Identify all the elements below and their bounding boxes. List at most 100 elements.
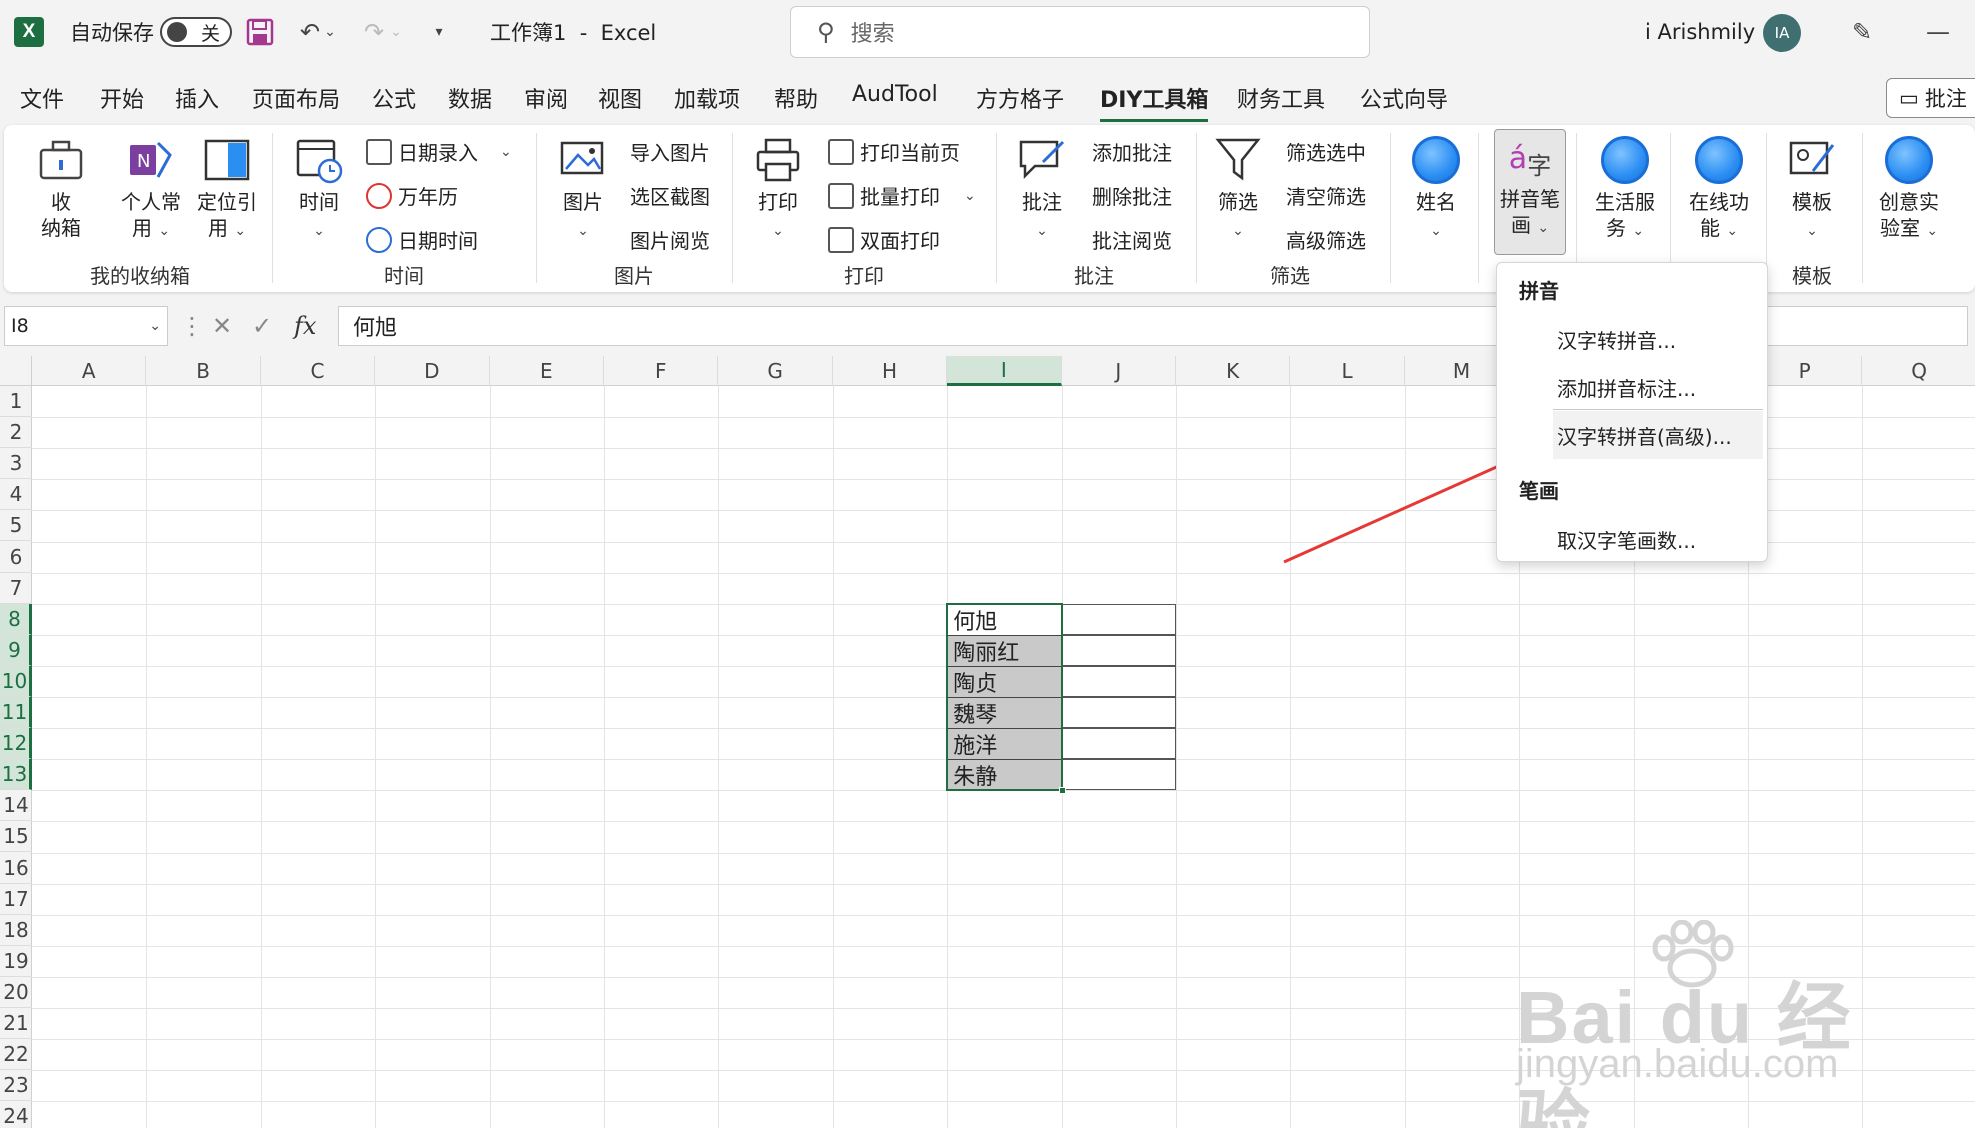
more-options-icon[interactable]: ⋮ [180,312,204,340]
column-header-h[interactable]: H [833,356,948,386]
row-header-21[interactable]: 21 [0,1008,32,1039]
clear-filter-button[interactable]: 清空筛选 [1286,181,1366,210]
template-button[interactable]: 模板 ⌄ [1780,135,1844,244]
column-header-c[interactable]: C [261,356,376,386]
tab-view[interactable]: 视图 [598,82,642,114]
row-header-3[interactable]: 3 [0,448,32,480]
empty-bordered-cell[interactable] [1061,634,1176,666]
locate-reference-button[interactable]: 定位引 用 ⌄ [192,135,262,244]
time-button[interactable]: 时间 ⌄ [288,135,350,244]
row-header-16[interactable]: 16 [0,853,32,884]
row-header-8[interactable]: 8 [0,603,32,635]
tab-formulas[interactable]: 公式 [372,82,416,114]
personal-common-button[interactable]: N 个人常 用 ⌄ [116,135,186,244]
tab-diy-toolbox[interactable]: DIY工具箱 [1100,82,1209,122]
row-header-24[interactable]: 24 [0,1101,32,1128]
tab-finance-tools[interactable]: 财务工具 [1237,82,1325,114]
tab-help[interactable]: 帮助 [774,82,818,114]
print-button[interactable]: 打印 ⌄ [748,135,808,244]
filter-button[interactable]: 筛选 ⌄ [1208,135,1268,244]
column-header-a[interactable]: A [32,356,147,386]
menu-item-stroke-count[interactable]: 取汉字笔画数... [1557,525,1696,554]
row-header-7[interactable]: 7 [0,573,32,604]
row-header-6[interactable]: 6 [0,542,32,573]
column-header-d[interactable]: D [375,356,490,386]
filter-selected-button[interactable]: 筛选选中 [1286,137,1366,166]
column-header-q[interactable]: Q [1862,356,1975,386]
empty-bordered-cell[interactable] [1061,665,1176,697]
comments-button[interactable]: ▭ 批注 [1886,78,1975,118]
tab-data[interactable]: 数据 [448,82,492,114]
insert-function-icon[interactable]: fx [294,312,316,340]
confirm-icon[interactable]: ✓ [252,312,272,340]
pen-icon[interactable]: ✎ [1844,14,1880,50]
tab-audtool[interactable]: AudTool [852,82,938,107]
date-entry-button[interactable]: 日期录入 ⌄ [366,137,512,166]
column-header-b[interactable]: B [146,356,261,386]
tab-fangfang[interactable]: 方方格子 [976,82,1064,114]
tab-addins[interactable]: 加载项 [674,82,740,114]
row-header-4[interactable]: 4 [0,479,32,511]
user-name[interactable]: i Arishmily [1645,0,1755,64]
autosave-toggle[interactable]: 关 [160,17,232,47]
row-header-11[interactable]: 11 [0,697,32,728]
empty-bordered-cell[interactable] [1061,759,1176,791]
life-service-button[interactable]: 生活服 务 ⌄ [1588,135,1662,244]
menu-item-hanzi-to-pinyin-advanced[interactable]: 汉字转拼音(高级)... [1553,411,1763,459]
tab-file[interactable]: 文件 [20,82,64,114]
redo-dropdown-icon[interactable]: ⌄ [386,14,406,50]
tab-insert[interactable]: 插入 [175,82,219,114]
advanced-filter-button[interactable]: 高级筛选 [1286,225,1366,254]
column-header-f[interactable]: F [604,356,719,386]
column-header-g[interactable]: G [718,356,833,386]
comment-browse-button[interactable]: 批注阅览 [1092,225,1172,254]
storage-box-button[interactable]: 收 纳箱 [28,135,94,241]
tab-review[interactable]: 审阅 [524,82,568,114]
row-header-14[interactable]: 14 [0,790,32,822]
customize-toolbar-icon[interactable]: ▾ [424,14,454,50]
avatar[interactable]: IA [1763,14,1801,52]
tab-page-layout[interactable]: 页面布局 [252,82,340,114]
import-picture-button[interactable]: 导入图片 [630,137,710,166]
name-button[interactable]: 姓名 ⌄ [1404,135,1468,244]
undo-dropdown-icon[interactable]: ⌄ [320,14,340,50]
row-header-13[interactable]: 13 [0,759,32,791]
row-header-23[interactable]: 23 [0,1070,32,1102]
minimize-icon[interactable]: — [1920,14,1956,50]
column-header-j[interactable]: J [1062,356,1176,386]
row-header-5[interactable]: 5 [0,510,32,542]
delete-comment-button[interactable]: 删除批注 [1092,181,1172,210]
save-icon[interactable] [242,14,278,50]
cancel-icon[interactable]: ✕ [212,312,232,340]
tab-formula-wizard[interactable]: 公式向导 [1360,82,1448,114]
empty-bordered-cell[interactable] [1061,697,1176,729]
name-box[interactable]: I8 ⌄ [4,306,168,346]
column-header-l[interactable]: L [1290,356,1405,386]
row-header-22[interactable]: 22 [0,1039,32,1071]
row-header-10[interactable]: 10 [0,665,32,697]
add-comment-button[interactable]: 添加批注 [1092,137,1172,166]
duplex-print-button[interactable]: 双面打印 [828,225,940,254]
online-function-button[interactable]: 在线功 能 ⌄ [1682,135,1756,244]
search-box[interactable]: ⚲ 搜索 [790,6,1370,58]
row-header-19[interactable]: 19 [0,946,32,977]
row-header-20[interactable]: 20 [0,977,32,1008]
row-header-17[interactable]: 17 [0,884,32,915]
row-header-18[interactable]: 18 [0,915,32,946]
creative-lab-button[interactable]: 创意实 验室 ⌄ [1872,135,1946,244]
row-header-15[interactable]: 15 [0,821,32,853]
pinyin-stroke-button[interactable]: á 字 拼音笔 画 ⌄ [1494,129,1566,255]
empty-bordered-cell[interactable] [1061,603,1176,635]
menu-item-hanzi-to-pinyin[interactable]: 汉字转拼音... [1557,325,1676,354]
batch-print-button[interactable]: 批量打印 ⌄ [828,181,976,210]
fill-handle[interactable] [1058,787,1066,795]
column-header-i[interactable]: I [947,356,1062,386]
region-capture-button[interactable]: 选区截图 [630,181,710,210]
row-header-2[interactable]: 2 [0,417,32,449]
date-time-button[interactable]: 日期时间 [366,225,478,254]
column-header-e[interactable]: E [490,356,604,386]
perpetual-calendar-button[interactable]: 万年历 [366,181,458,210]
picture-button[interactable]: 图片 ⌄ [552,135,614,244]
picture-browse-button[interactable]: 图片阅览 [630,225,710,254]
empty-bordered-cell[interactable] [1061,728,1176,760]
